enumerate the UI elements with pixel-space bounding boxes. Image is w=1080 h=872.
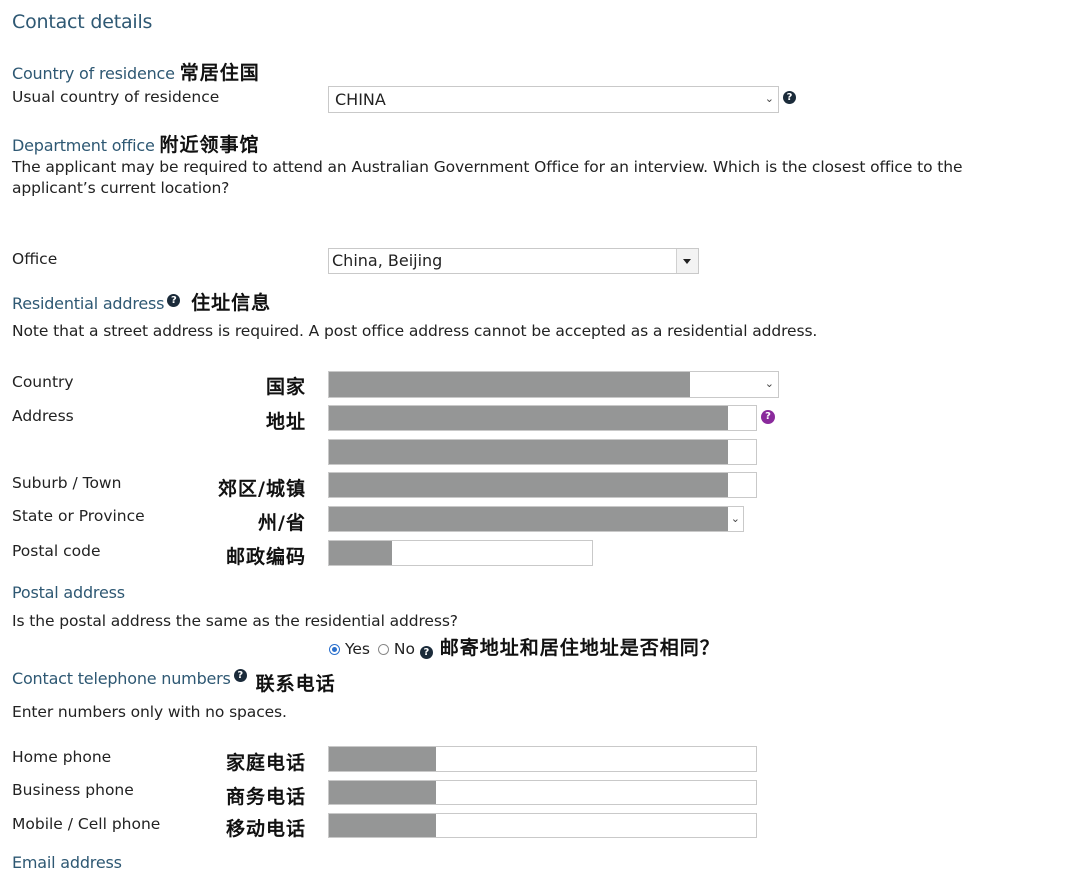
address-line2-input[interactable] xyxy=(328,439,757,465)
postal-question-cn: 邮寄地址和居住地址是否相同？ xyxy=(439,637,720,659)
home-phone-label-cn: 家庭电话 xyxy=(225,752,306,774)
business-phone-label: Business phone xyxy=(12,781,134,799)
suburb-input[interactable] xyxy=(328,472,757,498)
redacted-value xyxy=(329,814,436,837)
country-of-residence-heading: Country of residence 常居住国 xyxy=(12,58,260,85)
suburb-label-cn: 郊区/城镇 xyxy=(218,478,306,500)
question-circle-icon[interactable]: ? xyxy=(783,91,796,104)
chevron-down-icon: ⌄ xyxy=(764,92,774,105)
mobile-phone-label-cn: 移动电话 xyxy=(225,818,306,840)
address-line1-input[interactable] xyxy=(328,405,757,431)
residential-address-heading-text: Residential address xyxy=(12,294,165,313)
residential-address-heading: Residential address? 住址信息 xyxy=(12,288,271,315)
page-title: Contact details xyxy=(12,11,153,33)
address-label-cn: 地址 xyxy=(265,411,306,433)
redacted-value xyxy=(329,372,690,397)
usual-country-label: Usual country of residence xyxy=(12,88,220,106)
home-phone-label: Home phone xyxy=(12,748,112,766)
postal-code-label: Postal code xyxy=(12,542,101,560)
state-label: State or Province xyxy=(12,507,145,525)
office-select[interactable]: China, Beijing xyxy=(328,248,699,274)
email-heading: Email address xyxy=(12,853,122,872)
residential-address-note: Note that a street address is required. … xyxy=(12,322,818,340)
question-circle-icon[interactable]: ? xyxy=(419,646,433,659)
department-office-heading-cn: 附近领事馆 xyxy=(159,134,260,156)
redacted-value xyxy=(329,406,728,430)
question-circle-icon[interactable]: ? xyxy=(167,294,181,307)
chevron-down-icon: ⌄ xyxy=(730,512,740,525)
mobile-phone-label: Mobile / Cell phone xyxy=(12,815,161,833)
usual-country-value: CHINA xyxy=(335,90,386,109)
country-of-residence-heading-text: Country of residence xyxy=(12,64,175,83)
address-label: Address xyxy=(12,407,74,425)
department-office-heading-text: Department office xyxy=(12,136,155,155)
department-office-heading: Department office 附近领事馆 xyxy=(12,130,260,157)
country-label-cn: 国家 xyxy=(265,376,306,398)
dropdown-arrow-icon[interactable] xyxy=(676,249,698,273)
office-label: Office xyxy=(12,250,58,268)
contact-phone-heading-text: Contact telephone numbers xyxy=(12,669,231,688)
country-label: Country xyxy=(12,373,74,391)
radio-yes[interactable] xyxy=(329,644,340,655)
redacted-value xyxy=(329,747,436,771)
contact-phone-heading: Contact telephone numbers? 联系电话 xyxy=(12,669,336,696)
department-office-description-line2: applicant’s current location? xyxy=(12,179,230,197)
suburb-label: Suburb / Town xyxy=(12,474,122,492)
department-office-description-line1: The applicant may be required to attend … xyxy=(12,158,963,176)
business-phone-input[interactable] xyxy=(328,780,757,805)
contact-phone-note: Enter numbers only with no spaces. xyxy=(12,703,287,721)
state-label-cn: 州/省 xyxy=(258,512,306,534)
question-circle-icon[interactable]: ? xyxy=(761,410,775,424)
redacted-value xyxy=(329,440,728,464)
home-phone-input[interactable] xyxy=(328,746,757,772)
state-select[interactable]: ⌄ xyxy=(328,506,744,532)
radio-no-label[interactable]: No xyxy=(394,640,415,658)
postal-same-radio-group: Yes No ? 邮寄地址和居住地址是否相同？ xyxy=(329,633,720,660)
postal-code-label-cn: 邮政编码 xyxy=(225,546,306,568)
redacted-value xyxy=(329,473,728,497)
postal-address-question: Is the postal address the same as the re… xyxy=(12,612,458,630)
redacted-value xyxy=(329,781,436,804)
radio-no[interactable] xyxy=(377,644,389,655)
business-phone-label-cn: 商务电话 xyxy=(225,786,306,808)
redacted-value xyxy=(329,507,728,531)
postal-address-heading: Postal address xyxy=(12,583,125,602)
residential-address-heading-cn: 住址信息 xyxy=(191,292,272,314)
usual-country-select[interactable]: CHINA ⌄ xyxy=(328,86,779,113)
mobile-phone-input[interactable] xyxy=(328,813,757,838)
office-value: China, Beijing xyxy=(332,251,443,270)
chevron-down-icon: ⌄ xyxy=(764,377,774,390)
radio-yes-label[interactable]: Yes xyxy=(345,640,370,658)
country-of-residence-heading-cn: 常居住国 xyxy=(179,62,260,84)
country-select[interactable]: ⌄ xyxy=(328,371,779,398)
question-circle-icon[interactable]: ? xyxy=(233,669,247,682)
postal-code-input[interactable] xyxy=(328,540,593,566)
contact-phone-heading-cn: 联系电话 xyxy=(255,673,336,695)
redacted-value xyxy=(329,541,392,565)
